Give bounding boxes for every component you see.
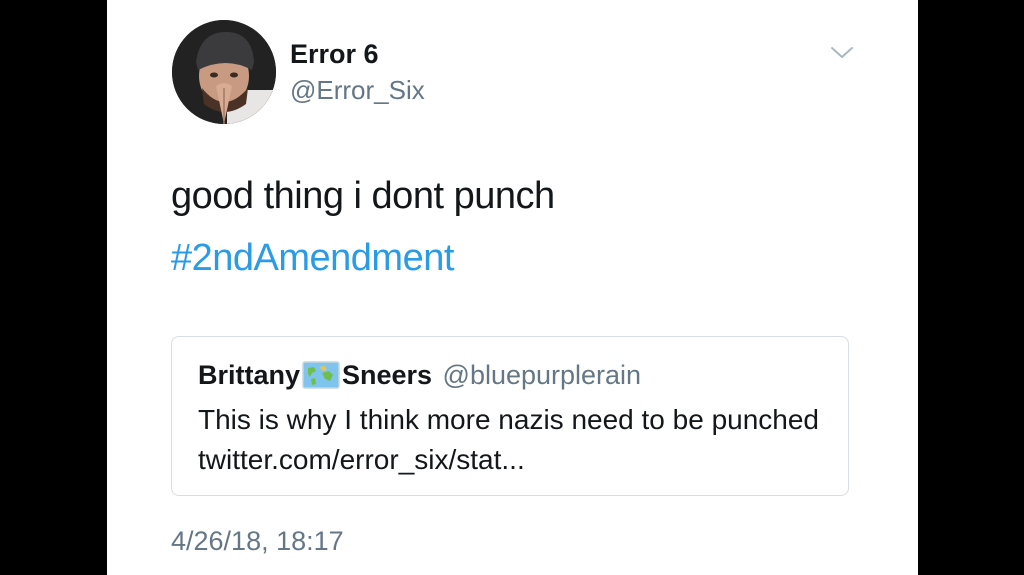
author-display-name[interactable]: Error 6	[290, 38, 379, 70]
quoted-tweet-header: Brittany Sneers @bluepurplerain	[198, 357, 641, 393]
quoted-author-handle: @bluepurplerain	[442, 360, 642, 390]
tweet-card: Error 6 @Error_Six good thing i dont pun…	[107, 0, 918, 575]
quoted-author-name-first: Brittany	[198, 360, 301, 390]
chevron-down-icon[interactable]	[829, 42, 855, 62]
author-handle[interactable]: @Error_Six	[290, 74, 425, 106]
quoted-tweet[interactable]: Brittany Sneers @bluepurplerain This is w…	[171, 336, 849, 496]
tweet-timestamp[interactable]: 4/26/18, 18:17	[171, 523, 344, 559]
quoted-author-name-last: Sneers	[342, 360, 433, 390]
quoted-tweet-text: This is why I think more nazis need to b…	[198, 404, 820, 475]
world-map-emoji-icon	[302, 360, 340, 390]
author-avatar[interactable]	[172, 20, 276, 124]
tweet-text: good thing i dont punch	[171, 175, 555, 217]
profile-photo-icon	[172, 20, 276, 124]
hashtag-link[interactable]: #2ndAmendment	[171, 234, 454, 282]
